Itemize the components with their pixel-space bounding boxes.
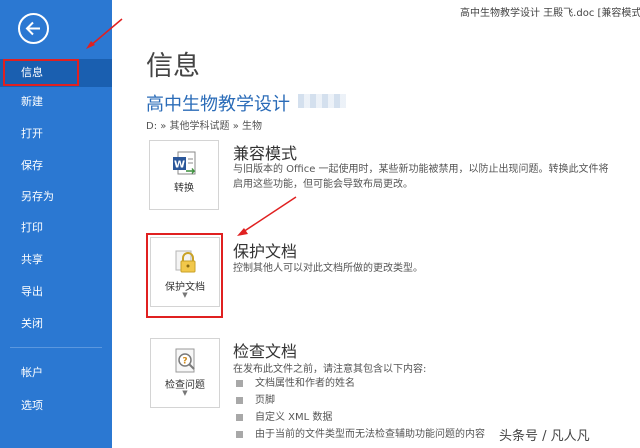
- annotation-arrows: [86, 18, 297, 236]
- arrow-icon: [86, 18, 123, 49]
- arrow-icon: [237, 196, 297, 236]
- watermark: 头条号 / 凡人凡: [497, 425, 592, 444]
- backstage-view: 信息 新建 打开 保存 另存为 打印 共享 导出 关闭 帐户 选项 高中生物教学…: [0, 0, 640, 448]
